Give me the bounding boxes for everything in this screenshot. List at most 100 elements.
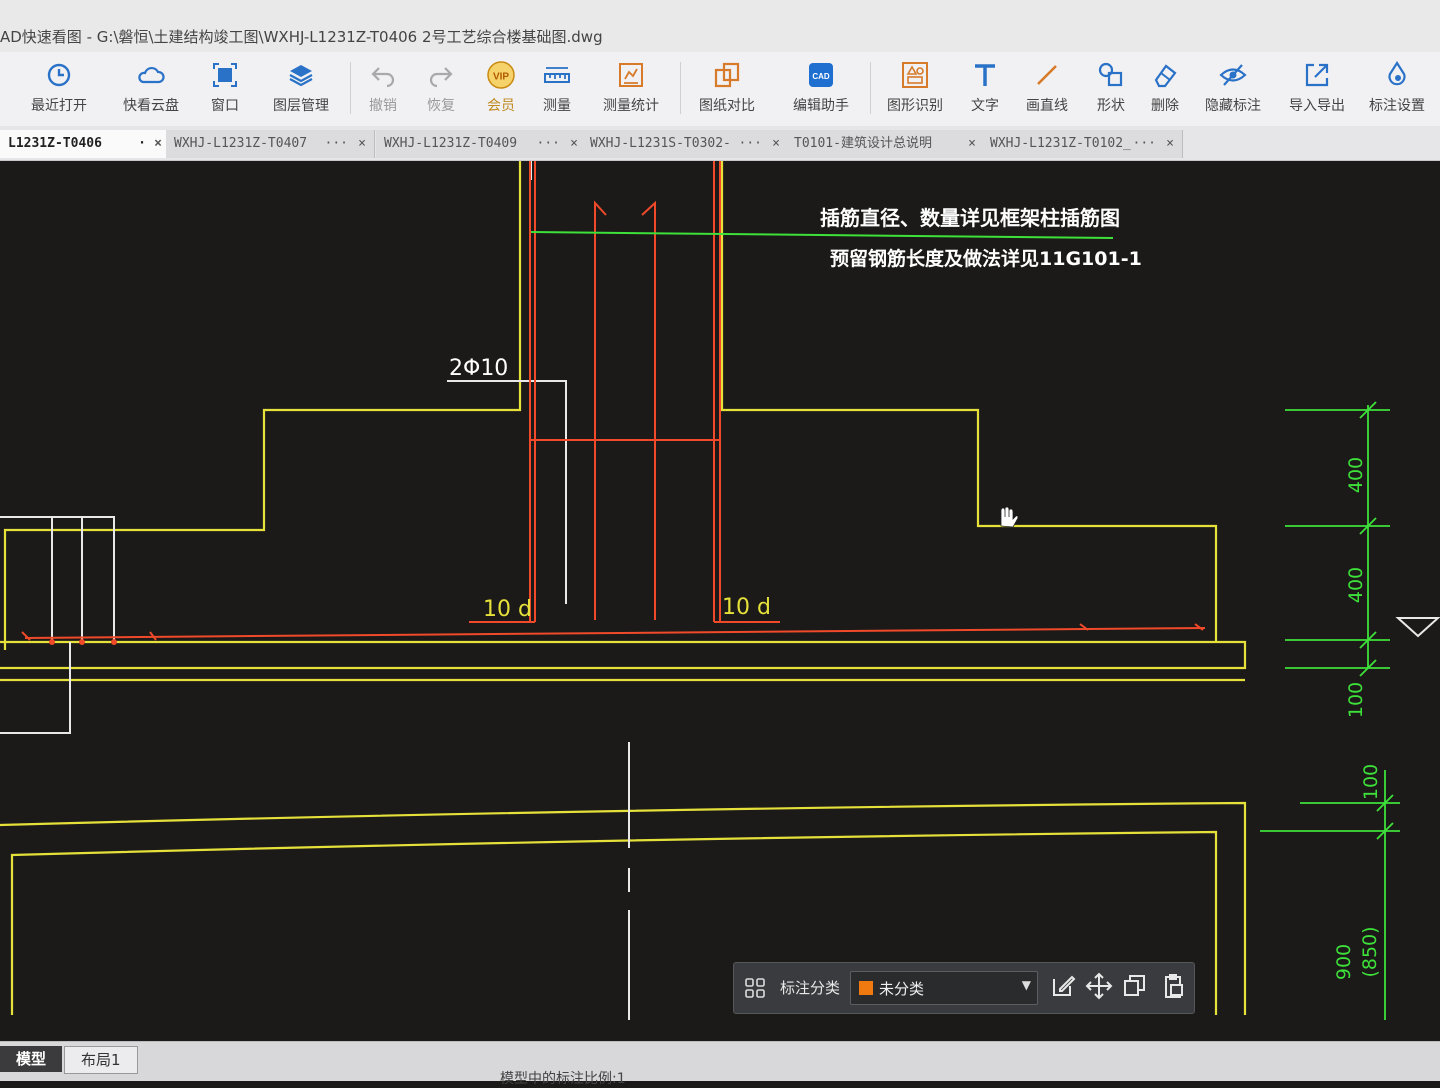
- hide-annotation-label: 隐藏标注: [1205, 98, 1261, 114]
- measure-stats-icon: [619, 63, 643, 87]
- hide-annotation-button[interactable]: 隐藏标注: [1198, 58, 1268, 124]
- tab-t0407[interactable]: WXHJ-L1231Z-T0407 ··· ×: [166, 130, 375, 158]
- redo-icon: [429, 67, 453, 88]
- line-icon: [1037, 65, 1057, 85]
- measure-label: 测量: [543, 98, 571, 114]
- tab-more-icon: ···: [1132, 136, 1156, 151]
- shape-recognize-icon: [902, 62, 928, 88]
- tab-close-icon[interactable]: ×: [358, 130, 366, 158]
- category-color-swatch: [859, 981, 873, 995]
- shape-recognize-label: 图形识别: [887, 98, 943, 114]
- vip-icon: VIP: [487, 61, 515, 89]
- annotation-category-label: 标注分类: [780, 979, 841, 997]
- tab-model[interactable]: 模型: [0, 1046, 63, 1072]
- tab-label: WXHJ-L1231S-T0302-: [590, 136, 731, 151]
- rebar-count-label: 2Φ10: [449, 356, 508, 381]
- hide-eye-icon: [1219, 64, 1247, 86]
- dimension-400-top: 400: [1345, 457, 1367, 493]
- tab-label: L1231Z-T0406: [8, 136, 102, 151]
- tab-more-icon: ···: [536, 136, 560, 151]
- annotation-settings-icon: [1388, 60, 1406, 86]
- cad-edit-icon: CAD: [809, 63, 833, 87]
- ruler-icon: [544, 67, 570, 83]
- tab-close-icon[interactable]: ×: [1166, 130, 1174, 158]
- chevron-down-icon: ▼: [1021, 978, 1031, 992]
- rebar-note-line2: 预留钢筋长度及做法详见11G101-1: [830, 247, 1142, 270]
- undo-icon: [371, 67, 395, 88]
- svg-text:CAD: CAD: [812, 72, 830, 81]
- anchor-length-right: 10 d: [722, 595, 771, 620]
- layer-manage-label: 图层管理: [273, 98, 329, 114]
- drawing-compare-label: 图纸对比: [699, 98, 755, 114]
- import-export-icon: [1305, 63, 1329, 87]
- delete-label: 删除: [1151, 98, 1179, 114]
- dimension-100-bottom: 100: [1360, 764, 1382, 800]
- text-button[interactable]: 文字: [950, 58, 1020, 124]
- tab-t0406[interactable]: L1231Z-T0406 · ×: [0, 130, 171, 158]
- import-export-button[interactable]: 导入导出: [1282, 58, 1352, 124]
- move-icon[interactable]: [1084, 971, 1114, 1001]
- measure-button[interactable]: 测量: [522, 58, 592, 124]
- edit-icon[interactable]: [1048, 971, 1078, 1001]
- tab-label: WXHJ-L1231Z-T0409: [384, 136, 518, 151]
- layers-icon: [289, 65, 313, 87]
- annotation-category-select[interactable]: 未分类 ▼: [850, 971, 1038, 1005]
- import-export-label: 导入导出: [1289, 98, 1345, 114]
- dimension-850: (850): [1359, 926, 1381, 977]
- tab-more-icon: ···: [324, 136, 348, 151]
- text-icon: [975, 64, 995, 86]
- dimension-100-lower: 100: [1345, 682, 1367, 718]
- drawing-compare-button[interactable]: 图纸对比: [692, 58, 762, 124]
- compare-icon: [714, 62, 740, 88]
- annotation-scale-status: 模型中的标注比例:1: [500, 1071, 626, 1087]
- layer-manage-button[interactable]: 图层管理: [266, 58, 336, 124]
- eraser-icon: [1154, 64, 1177, 88]
- edit-assistant-label: 编辑助手: [793, 98, 849, 114]
- window-label: 窗口: [211, 98, 239, 114]
- edit-assistant-button[interactable]: CAD 编辑助手: [786, 58, 856, 124]
- anchor-length-left: 10 d: [483, 597, 532, 622]
- status-bar: 模型 布局1 模型中的标注比例:1: [0, 1041, 1440, 1087]
- recent-open-button[interactable]: 最近打开: [24, 58, 94, 124]
- annotation-toolbar: 标注分类 未分类 ▼: [733, 962, 1195, 1014]
- tab-t0102[interactable]: WXHJ-L1231Z-T0102_ ··· ×: [982, 130, 1183, 158]
- cloud-drive-button[interactable]: 快看云盘: [116, 58, 186, 124]
- window-icon: [213, 63, 237, 87]
- annotation-settings-button[interactable]: 标注设置: [1362, 58, 1432, 124]
- tab-close-icon[interactable]: ×: [772, 130, 780, 158]
- tab-close-icon[interactable]: ×: [154, 130, 162, 158]
- text-label: 文字: [971, 98, 999, 114]
- cloud-drive-label: 快看云盘: [123, 98, 179, 114]
- dimension-900: 900: [1333, 944, 1355, 980]
- tab-label: T0101-建筑设计总说明: [794, 136, 932, 151]
- tab-close-icon[interactable]: ×: [968, 130, 976, 158]
- tab-t0101[interactable]: T0101-建筑设计总说明 ×: [786, 130, 985, 158]
- main-toolbar: 最近打开 快看云盘 窗口 图层管理 撤销 恢复 VIP 会员 测量 测量统计 图…: [0, 52, 1440, 127]
- drawing-canvas[interactable]: 插筋直径、数量详见框架柱插筋图 预留钢筋长度及做法详见11G101-1 2Φ10…: [0, 161, 1440, 1041]
- measure-stats-button[interactable]: 测量统计: [596, 58, 666, 124]
- category-select-value: 未分类: [879, 980, 925, 998]
- paste-icon[interactable]: [1158, 971, 1188, 1001]
- window-title: AD快速看图 - G:\磐恒\土建结构竣工图\WXHJ-L1231Z-T0406…: [0, 28, 603, 46]
- shape-recognize-button[interactable]: 图形识别: [880, 58, 950, 124]
- rebar-note-line1: 插筋直径、数量详见框架柱插筋图: [820, 206, 1120, 230]
- tab-t0302[interactable]: WXHJ-L1231S-T0302- ··· ×: [582, 130, 789, 158]
- title-bar: AD快速看图 - G:\磐恒\土建结构竣工图\WXHJ-L1231Z-T0406…: [0, 0, 1440, 53]
- tab-label: WXHJ-L1231Z-T0102_: [990, 136, 1131, 151]
- draw-line-button[interactable]: 画直线: [1012, 58, 1082, 124]
- toolbar-separator: [680, 62, 681, 114]
- window-button[interactable]: 窗口: [190, 58, 260, 124]
- recent-open-label: 最近打开: [31, 98, 87, 114]
- tab-close-icon[interactable]: ×: [570, 130, 578, 158]
- tab-label: WXHJ-L1231Z-T0407: [174, 136, 308, 151]
- svg-text:VIP: VIP: [493, 72, 509, 83]
- toolbar-separator: [870, 62, 871, 114]
- tab-layout1[interactable]: 布局1: [64, 1046, 138, 1074]
- copy-icon[interactable]: [1120, 971, 1150, 1001]
- tab-t0409[interactable]: WXHJ-L1231Z-T0409 ··· ×: [376, 130, 587, 158]
- tab-more-icon: ···: [738, 136, 762, 151]
- delete-button[interactable]: 删除: [1130, 58, 1200, 124]
- grid-icon[interactable]: [744, 977, 766, 999]
- tab-modified-dot: ·: [138, 136, 146, 151]
- measure-stats-label: 测量统计: [603, 98, 659, 114]
